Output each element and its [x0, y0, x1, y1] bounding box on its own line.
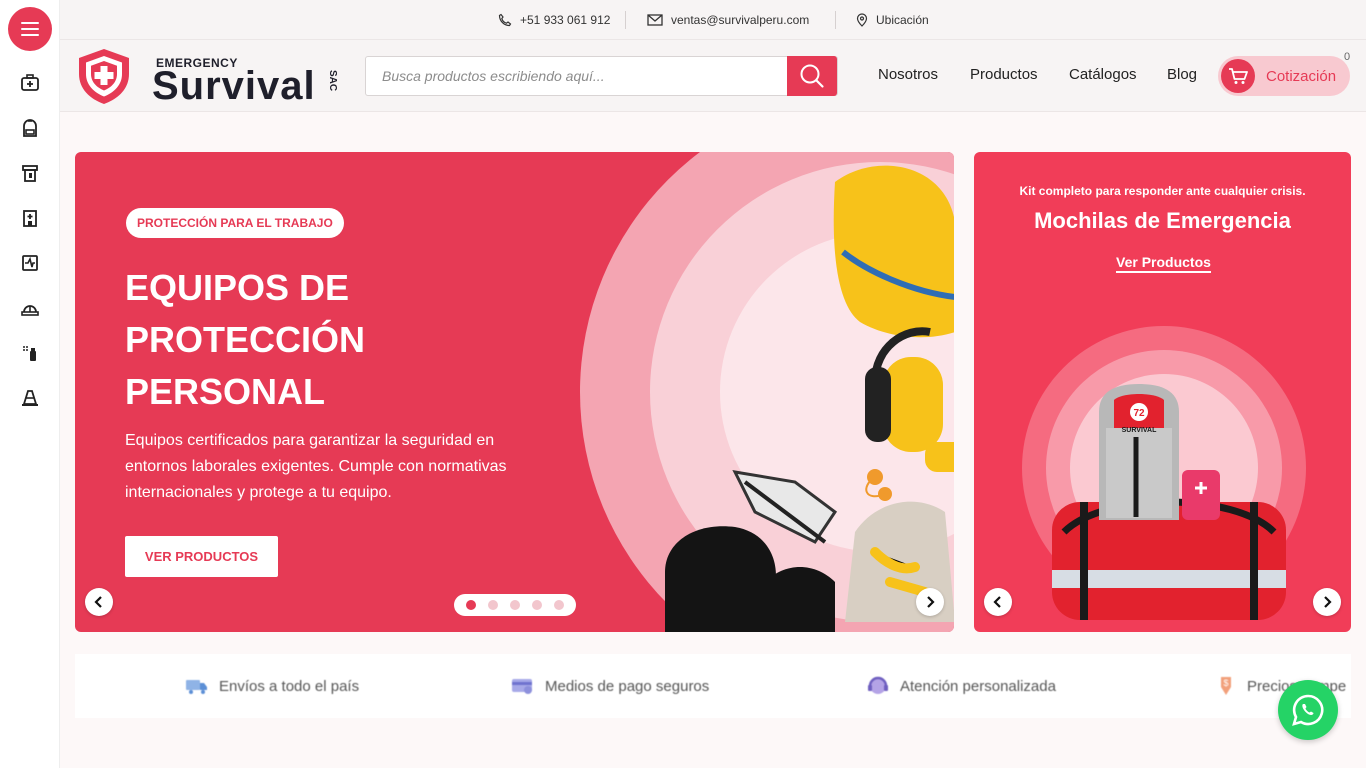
- email-text: ventas@survivalperu.com: [671, 13, 810, 27]
- feature-label: Envíos a todo el país: [219, 677, 360, 695]
- banner-title: Mochilas de Emergencia: [1034, 208, 1291, 233]
- backpack-icon: [23, 119, 37, 137]
- cart-icon: [1229, 68, 1248, 84]
- slider-dot[interactable]: [554, 600, 564, 610]
- hero-category-tag: PROTECCIÓN PARA EL TRABAJO: [126, 208, 344, 238]
- slider-dot[interactable]: [532, 600, 542, 610]
- ppe-products-image: [665, 165, 954, 632]
- sidebar: [0, 0, 60, 768]
- location-link[interactable]: Ubicación: [856, 0, 929, 40]
- backpack-brand-text: SURVIVAL: [1122, 427, 1157, 434]
- phone-text: +51 933 061 912: [520, 13, 611, 27]
- cart-icon-wrap: [1221, 59, 1255, 93]
- chevron-right-icon: [1324, 596, 1332, 608]
- feature-item: Medios de pago seguros: [511, 674, 709, 698]
- nav-nosotros[interactable]: Nosotros: [878, 66, 938, 83]
- headset-icon: [868, 676, 888, 694]
- chevron-right-icon: [927, 596, 935, 608]
- sidebar-item-spray[interactable]: [18, 341, 42, 365]
- slider-dot[interactable]: [488, 600, 498, 610]
- nav-catalogos[interactable]: Catálogos: [1069, 66, 1137, 83]
- slider-pagination: [454, 594, 576, 616]
- map-pin-icon: [856, 13, 868, 27]
- quote-label: Cotización: [1266, 68, 1337, 85]
- search-icon: [800, 64, 824, 88]
- credit-card-icon: [512, 679, 532, 694]
- phone-icon: [498, 13, 512, 27]
- chevron-left-icon: [94, 596, 102, 608]
- svg-text:$: $: [1223, 678, 1228, 688]
- slider-dot[interactable]: [466, 600, 476, 610]
- search-button[interactable]: [787, 56, 837, 96]
- feature-item: Atención personalizada: [866, 674, 1056, 698]
- search-box: [365, 56, 838, 96]
- hero-description: Equipos certificados para garantizar la …: [125, 432, 507, 501]
- first-aid-kit-icon: [21, 74, 39, 91]
- extinguisher-cabinet-icon: [22, 165, 38, 182]
- feature-label: Atención personalizada: [900, 677, 1056, 695]
- quote-cart-button[interactable]: Cotización: [1218, 56, 1350, 96]
- backpack-badge-text: 72: [1133, 408, 1145, 419]
- banner-prev-button[interactable]: [984, 588, 1012, 616]
- hard-hat-icon: [21, 305, 39, 316]
- spray-icon: [23, 346, 36, 361]
- main-header: EMERGENCY Survival SAC Nosotros Producto…: [60, 40, 1366, 112]
- hero-prev-button[interactable]: [85, 588, 113, 616]
- hospital-icon: [23, 210, 37, 227]
- sidebar-item-backpack[interactable]: [18, 116, 42, 140]
- features-strip: Envíos a todo el país Medios de pago seg…: [75, 654, 1351, 718]
- feature-label: Medios de pago seguros: [545, 677, 710, 695]
- slider-dot[interactable]: [510, 600, 520, 610]
- sidebar-item-cone[interactable]: [18, 386, 42, 410]
- menu-icon: [21, 22, 39, 36]
- hero-next-button[interactable]: [916, 588, 944, 616]
- banner-subtitle: Kit completo para responder ante cualqui…: [1019, 184, 1306, 198]
- hero-title-line: PROTECCIÓN: [125, 319, 366, 360]
- logo-wordmark: Survival: [152, 64, 316, 108]
- divider: [625, 11, 626, 29]
- logo-suffix-text: SAC: [327, 70, 338, 92]
- hero-title-line: EQUIPOS DE: [125, 267, 350, 308]
- backpack-promo-banner: Kit completo para responder ante cualqui…: [974, 152, 1351, 632]
- banner-view-products-link[interactable]: Ver Productos: [1116, 254, 1211, 273]
- traffic-cone-icon: [22, 390, 38, 406]
- monitor-pulse-icon: [22, 255, 38, 271]
- whatsapp-icon: [1292, 694, 1324, 726]
- price-tag-icon: $: [1221, 677, 1231, 695]
- sidebar-item-hard-hat[interactable]: [18, 296, 42, 320]
- nav-blog[interactable]: Blog: [1167, 66, 1197, 83]
- sidebar-item-extinguisher[interactable]: [18, 161, 42, 185]
- whatsapp-button[interactable]: [1278, 680, 1338, 740]
- phone-contact[interactable]: +51 933 061 912: [498, 0, 610, 40]
- sidebar-item-first-aid-kit[interactable]: [18, 71, 42, 95]
- banner-next-button[interactable]: [1313, 588, 1341, 616]
- emergency-backpack-image: 72 SURVIVAL: [1052, 384, 1286, 620]
- logo-suffix: SAC: [326, 70, 338, 94]
- email-contact[interactable]: ventas@survivalperu.com: [647, 0, 809, 40]
- hamburger-menu-button[interactable]: [8, 7, 52, 51]
- view-products-button[interactable]: VER PRODUCTOS: [125, 536, 278, 577]
- hero-title-line: PERSONAL: [125, 371, 326, 412]
- quote-count-badge: 0: [1343, 51, 1351, 63]
- hero-title: EQUIPOS DE PROTECCIÓN PERSONAL: [125, 262, 545, 418]
- search-input[interactable]: [366, 57, 786, 95]
- nav-productos[interactable]: Productos: [970, 66, 1038, 83]
- location-text: Ubicación: [876, 13, 929, 27]
- brand-logo[interactable]: EMERGENCY Survival SAC: [74, 44, 338, 108]
- truck-icon: [186, 680, 207, 694]
- chevron-left-icon: [993, 596, 1001, 608]
- top-contact-bar: +51 933 061 912 ventas@survivalperu.com …: [60, 0, 1366, 40]
- feature-item: Envíos a todo el país: [185, 674, 359, 698]
- sidebar-item-monitor[interactable]: [18, 251, 42, 275]
- shield-cross-icon: [79, 49, 129, 104]
- divider: [835, 11, 836, 29]
- hero-slider: PROTECCIÓN PARA EL TRABAJO EQUIPOS DE PR…: [75, 152, 954, 632]
- mail-icon: [647, 14, 663, 26]
- sidebar-item-hospital[interactable]: [18, 206, 42, 230]
